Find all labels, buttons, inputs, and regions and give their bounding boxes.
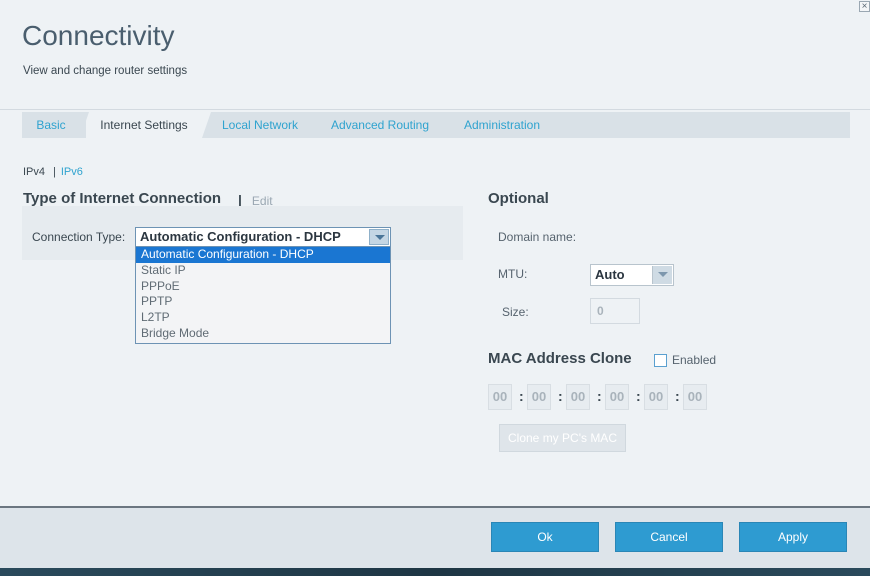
tab-label: Internet Settings [100, 118, 188, 132]
tab-label: Administration [463, 118, 541, 132]
tab-internet-settings[interactable]: Internet Settings [86, 112, 211, 138]
tab-basic[interactable]: Basic [22, 112, 89, 138]
apply-button[interactable]: Apply [739, 522, 847, 552]
mtu-select[interactable]: Auto [590, 264, 674, 286]
mac-octet-input[interactable]: 00 [683, 384, 707, 410]
dropdown-option[interactable]: Static IP [136, 263, 390, 279]
connection-type-value: Automatic Configuration - DHCP [140, 229, 341, 244]
domain-name-label: Domain name: [498, 230, 577, 244]
tab-advanced-routing[interactable]: Advanced Routing [318, 112, 451, 138]
mtu-size-input[interactable]: 0 [590, 298, 640, 324]
mac-octet-input[interactable]: 00 [605, 384, 629, 410]
subnav-separator: | [53, 166, 56, 178]
page-subtitle: View and change router settings [23, 65, 188, 77]
size-label: Size: [502, 305, 529, 319]
mac-separator: : [558, 388, 563, 404]
mtu-label: MTU: [498, 267, 528, 281]
dropdown-option[interactable]: PPPoE [136, 279, 390, 295]
optional-section-title: Optional [488, 190, 549, 207]
tab-bar: Basic Internet Settings Local Network Ad… [22, 112, 850, 138]
connection-section-title: Type of Internet Connection [23, 190, 222, 207]
page-title: Connectivity [22, 20, 175, 51]
dropdown-option[interactable]: Automatic Configuration - DHCP [136, 247, 390, 263]
cancel-button[interactable]: Cancel [615, 522, 723, 552]
mac-octet-input[interactable]: 00 [527, 384, 551, 410]
mac-separator: : [636, 388, 641, 404]
chevron-down-icon[interactable] [652, 266, 672, 284]
ipv6-link[interactable]: IPv6 [61, 166, 83, 178]
dropdown-option[interactable]: Bridge Mode [136, 326, 390, 342]
enabled-label: Enabled [672, 353, 717, 367]
mac-clone-enabled-checkbox[interactable] [654, 354, 667, 367]
tab-label: Local Network [221, 118, 299, 132]
page-header: Connectivity View and change router sett… [0, 0, 870, 110]
dropdown-option[interactable]: PPTP [136, 294, 390, 310]
chevron-down-icon[interactable] [369, 229, 389, 245]
mac-separator: : [597, 388, 602, 404]
mac-octet-input[interactable]: 00 [488, 384, 512, 410]
ipv4-link[interactable]: IPv4 [23, 166, 45, 178]
connection-type-dropdown: Automatic Configuration - DHCP Static IP… [135, 246, 391, 344]
ok-button[interactable]: Ok [491, 522, 599, 552]
mac-separator: : [675, 388, 680, 404]
tab-local-network[interactable]: Local Network [210, 112, 319, 138]
connection-type-label: Connection Type: [32, 230, 126, 244]
mac-octet-input[interactable]: 00 [644, 384, 668, 410]
taskbar-strip [0, 568, 870, 576]
tab-label: Basic [36, 118, 66, 132]
tab-administration[interactable]: Administration [450, 112, 563, 138]
mtu-value: Auto [595, 267, 625, 282]
connection-type-select[interactable]: Automatic Configuration - DHCP [135, 227, 391, 247]
mac-clone-section-title: MAC Address Clone [488, 350, 632, 367]
dropdown-option[interactable]: L2TP [136, 310, 390, 326]
mac-octet-input[interactable]: 00 [566, 384, 590, 410]
ip-version-nav: IPv4 | IPv6 [23, 166, 83, 178]
close-icon[interactable]: × [859, 1, 870, 12]
tab-label: Advanced Routing [330, 118, 430, 132]
mac-separator: : [519, 388, 524, 404]
clone-mac-button[interactable]: Clone my PC's MAC [499, 424, 626, 452]
